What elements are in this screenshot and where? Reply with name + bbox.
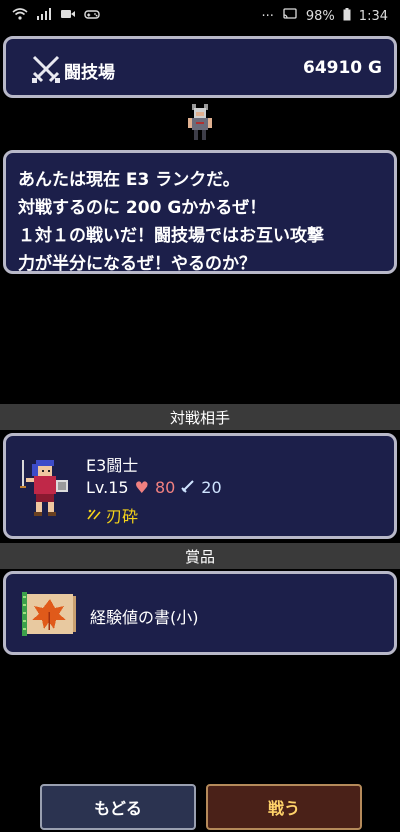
status-bar: ··· 98% 1:34 [0,0,400,32]
video-icon [60,8,76,24]
clock: 1:34 [358,8,388,24]
opponent-skill: 刃砕 [86,503,138,527]
opponent-stats: Lv.15 ♥ 80 20 [86,478,222,497]
opponent-attack: 20 [201,478,222,497]
opponent-skill-label: 刃砕 [106,507,139,526]
status-right: ··· 98% 1:34 [261,7,388,25]
prize-section-header: 賞品 [0,543,400,569]
arena-title: 闘技場 [64,63,115,83]
prize-label: 経験値の書(小) [90,608,199,627]
dialog-box: あんたは現在 E3 ランクだ。 対戦するのに 200 Gかかるぜ！ １対１の戦い… [3,150,397,274]
gold-amount: 64910 G [302,58,382,78]
opponent-name: E3闘士 [86,456,139,475]
sword-icon [181,478,195,497]
battery-percent: 98% [305,8,335,24]
dialog-line: あんたは現在 E3 ランクだ。 [18,170,240,190]
dialog-line: 力が半分になるぜ！やるのか？ [18,254,256,274]
prize-card[interactable]: 経験値の書(小) [3,571,397,655]
dialog-line: 対戦するのに 200 Gかかるぜ！ [18,198,267,218]
gamepad-icon [84,8,100,24]
arena-master-sprite [186,102,214,142]
opponent-hp: 80 [154,478,176,497]
arena-header: 闘技場 64910 G [3,36,397,98]
cast-icon [282,8,298,24]
dialog-line: １対１の戦いだ！闘技場ではお互い攻撃 [18,226,324,246]
wifi-icon [12,8,28,24]
battery-icon [343,7,351,25]
back-button[interactable]: もどる [40,784,196,830]
heart-icon: ♥ [134,478,149,497]
crossed-swords-icon [28,51,64,87]
scroll-icon [20,590,78,638]
opponent-section-header: 対戦相手 [0,404,400,430]
signal-icon [36,8,52,24]
opponent-card[interactable]: E3闘士 Lv.15 ♥ 80 20 刃砕 [3,433,397,539]
opponent-level: Lv.15 [86,478,129,497]
status-left [12,8,100,24]
opponent-sprite [18,456,74,518]
fight-button[interactable]: 戦う [206,784,362,830]
sparkle-icon [86,506,102,525]
more-dots-icon: ··· [261,8,274,24]
